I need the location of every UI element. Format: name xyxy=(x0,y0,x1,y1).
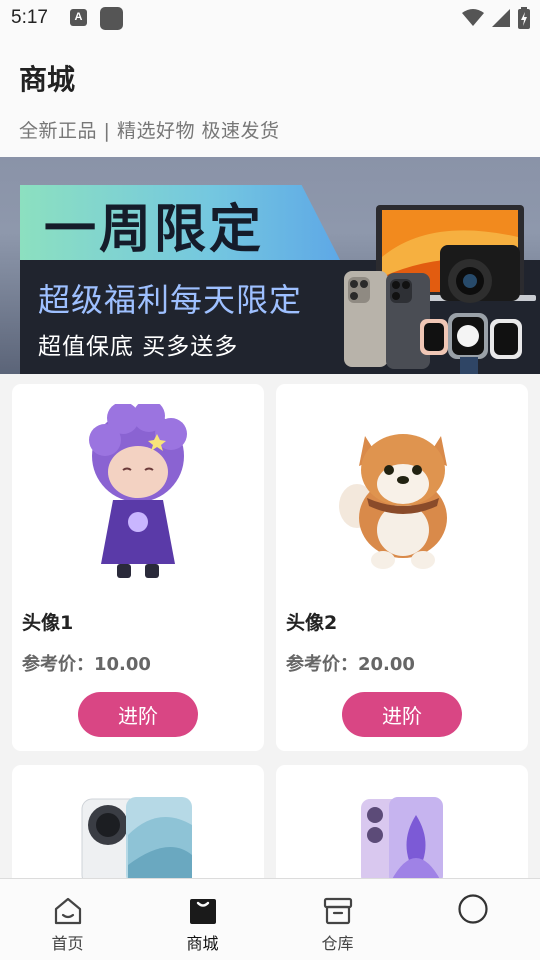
tab-label: 首页 xyxy=(51,934,84,953)
product-card[interactable]: 头像2 参考价：20.00 进阶 xyxy=(276,384,528,751)
shopping-bag-icon xyxy=(189,899,216,924)
tab-label: 商城 xyxy=(186,934,219,953)
notification-square-icon xyxy=(100,7,123,30)
purple-phone-image xyxy=(361,797,443,885)
box-icon xyxy=(323,897,352,925)
product-card[interactable]: 头像1 参考价：10.00 进阶 xyxy=(12,384,264,751)
product-price: 参考价：10.00 xyxy=(22,654,151,675)
shiba-dog-plush-image xyxy=(339,434,447,569)
tab-label: 仓库 xyxy=(321,934,354,953)
product-name: 头像1 xyxy=(22,612,74,634)
product-image xyxy=(12,795,264,885)
page-subtitle: 全新正品 | 精选好物 极速发货 xyxy=(19,120,280,142)
wifi-icon xyxy=(462,9,484,26)
home-icon xyxy=(54,897,81,925)
tab-home[interactable]: 首页 xyxy=(0,879,135,960)
tab-profile[interactable] xyxy=(405,879,540,960)
page-title: 商城 xyxy=(19,63,76,96)
bottom-tab-bar: 首页 商城 仓库 xyxy=(0,878,540,960)
product-image xyxy=(12,394,264,594)
status-time: 5:17 xyxy=(11,7,48,28)
white-phone-image xyxy=(81,797,192,885)
battery-charging-icon xyxy=(518,7,530,29)
status-icons xyxy=(462,7,530,29)
product-name: 头像2 xyxy=(286,612,338,634)
advance-button[interactable]: 进阶 xyxy=(78,692,198,737)
status-bar: 5:17 A xyxy=(0,0,540,38)
tab-mall[interactable]: 商城 xyxy=(135,879,270,960)
tab-warehouse[interactable]: 仓库 xyxy=(270,879,405,960)
product-price: 参考价：20.00 xyxy=(286,654,415,675)
signal-icon xyxy=(492,9,510,27)
banner-products-image xyxy=(344,205,536,374)
banner-line2: 超值保底 买多送多 xyxy=(38,334,239,360)
banner-line1: 超级福利每天限定 xyxy=(38,281,303,319)
purple-hair-figurine-image xyxy=(89,404,187,578)
page-header: 商城 全新正品 | 精选好物 极速发货 xyxy=(0,38,540,157)
promo-banner[interactable]: 一周限定 超级福利每天限定 超值保底 买多送多 xyxy=(0,157,540,374)
advance-button[interactable]: 进阶 xyxy=(342,692,462,737)
product-image xyxy=(276,795,528,885)
product-image xyxy=(276,394,528,594)
banner-headline: 一周限定 xyxy=(44,200,265,260)
notification-a-icon: A xyxy=(70,9,87,26)
profile-circle-icon xyxy=(457,894,488,924)
